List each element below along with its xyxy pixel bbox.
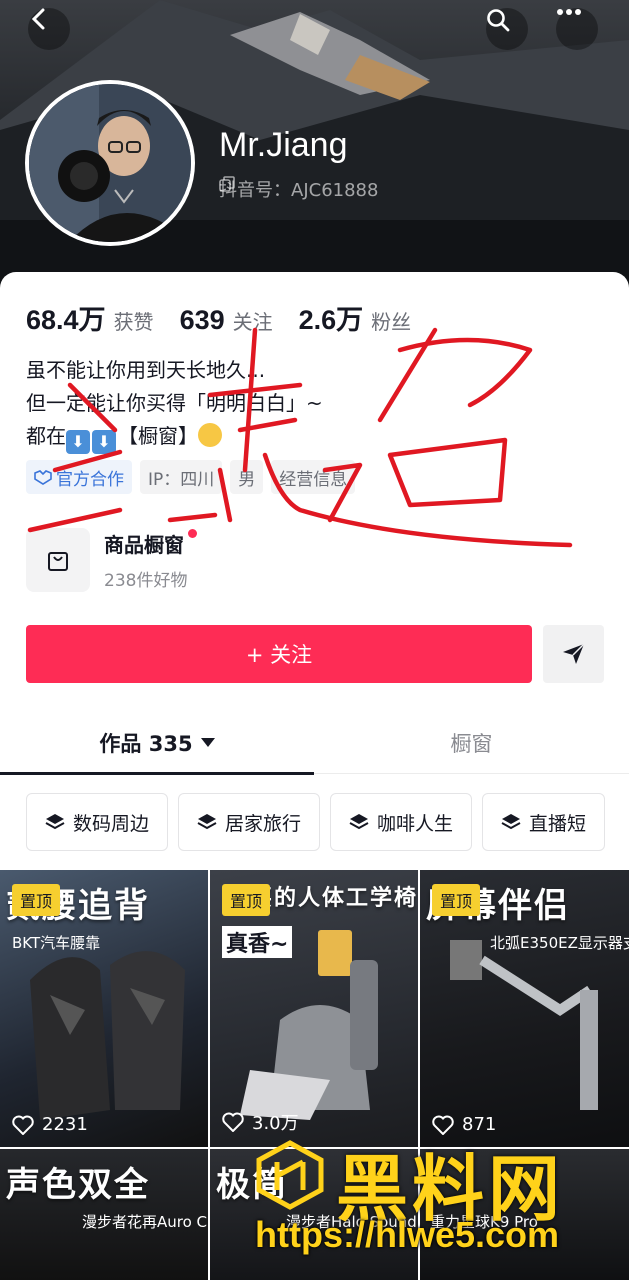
heart-icon [222, 1112, 244, 1132]
shop-showcase-entry[interactable]: 商品橱窗 238件好物 [26, 528, 198, 592]
follow-button[interactable]: + 关注 [26, 625, 532, 683]
video-title: 声色双全 [6, 1165, 150, 1205]
shopping-bag-icon [26, 528, 90, 592]
layers-icon [501, 814, 521, 830]
video-subtitle: 漫步者花再Auro Clip [82, 1213, 208, 1231]
video-subtitle: 真香~ [222, 926, 293, 958]
bio-line: 都在 ⬇ ⬇ 【橱窗】 [26, 420, 323, 454]
handshake-icon [34, 470, 52, 485]
bio: 虽不能让你用到天长地久... 但一定能让你买得「明明白白」~ 都在 ⬇ ⬇ 【橱窗】 [26, 354, 323, 454]
more-dots-icon [557, 9, 581, 15]
like-count: 3.0万 [222, 1109, 299, 1135]
like-count: 2231 [12, 1114, 88, 1135]
chevron-left-icon [31, 8, 45, 30]
bio-text: 【橱窗】 [118, 424, 198, 448]
chip-label: 数码周边 [73, 812, 150, 835]
chip-home-travel[interactable]: 居家旅行 [178, 793, 321, 851]
douyin-id-text: 抖音号：AJC61888 [219, 180, 379, 201]
video-tile[interactable]: 屏幕伴侣 北弧E350EZ显示器支架 置顶 871 [420, 870, 629, 1147]
chip-label: 咖啡人生 [377, 812, 454, 835]
stat-following[interactable]: 639 关注 [180, 305, 273, 336]
copy-icon[interactable] [219, 176, 235, 192]
nickname: Mr.Jiang [219, 126, 348, 164]
stat-label: 粉丝 [371, 310, 412, 334]
stat-number: 639 [179, 305, 225, 335]
send-icon [562, 643, 585, 664]
tab-label: 作品 335 [99, 732, 193, 756]
chip-coffee[interactable]: 咖啡人生 [330, 793, 473, 851]
video-tile[interactable]: 声色双全 漫步者花再Auro Clip [0, 1149, 208, 1280]
heart-icon [12, 1115, 34, 1135]
tab-label: 橱窗 [450, 732, 493, 756]
tag-ip-location: IP：四川 [140, 460, 223, 494]
stat-number: 2.6万 [298, 305, 364, 335]
watermark-url: https://hlwe5.com [255, 1214, 560, 1255]
tag-gender: 男 [230, 460, 264, 494]
pinned-badge: 置顶 [432, 884, 481, 916]
back-button[interactable] [28, 8, 70, 50]
stat-number: 68.4万 [26, 305, 106, 335]
chip-label: 直播短 [529, 812, 587, 835]
more-button[interactable] [556, 8, 598, 50]
bio-line: 虽不能让你用到天长地久... [26, 358, 266, 382]
stat-label: 获赞 [113, 310, 154, 334]
tag-label: 经营信息 [279, 469, 348, 490]
collection-chips: 数码周边 居家旅行 咖啡人生 直播短 [26, 793, 629, 851]
layers-icon [45, 814, 65, 830]
pinned-badge: 置顶 [12, 884, 61, 916]
down-arrow-emoji-icon: ⬇ [66, 430, 90, 454]
stat-followers[interactable]: 2.6万 粉丝 [299, 298, 412, 337]
shop-title: 商品橱窗 [104, 529, 198, 558]
tab-showcase[interactable]: 橱窗 [314, 712, 629, 774]
douyin-id[interactable]: 抖音号：AJC61888 [219, 176, 378, 202]
stats-row: 68.4万 获赞 639 关注 2.6万 粉丝 [26, 298, 411, 337]
video-title: 买的人体工学椅 [250, 886, 418, 911]
down-arrow-emoji-icon: ⬇ [92, 430, 116, 454]
profile-banner: Mr.Jiang 抖音号：AJC61888 [0, 0, 629, 300]
profile-card: 68.4万 获赞 639 关注 2.6万 粉丝 虽不能让你用到天长地久... 但… [0, 272, 629, 1280]
chip-digital[interactable]: 数码周边 [26, 793, 169, 851]
video-tile[interactable]: 买的人体工学椅 真香~ 置顶 3.0万 [210, 870, 418, 1147]
profile-tabs: 作品 335 橱窗 [0, 712, 629, 775]
profile-tags: 官方合作 IP：四川 男 经营信息 [26, 460, 356, 494]
video-subtitle: BKT汽车腰靠 [12, 934, 101, 952]
tag-label: 官方合作 [56, 469, 124, 490]
shop-subtitle: 238件好物 [104, 571, 188, 591]
pinned-badge: 置顶 [222, 884, 271, 916]
tag-business-info[interactable]: 经营信息 [271, 460, 356, 494]
bio-text: 都在 [26, 424, 66, 448]
video-tile[interactable]: 贰腰追背 BKT汽车腰靠 置顶 2231 [0, 870, 208, 1147]
layers-icon [197, 814, 217, 830]
tab-works[interactable]: 作品 335 [0, 712, 314, 775]
avatar-photo [29, 84, 191, 242]
layers-icon [349, 814, 369, 830]
stat-likes[interactable]: 68.4万 获赞 [26, 298, 154, 337]
tag-label: IP：四川 [148, 469, 215, 490]
watermark-logo-icon [256, 1140, 324, 1210]
caret-down-icon [200, 738, 215, 747]
tag-label: 男 [238, 469, 256, 490]
follow-label: + 关注 [245, 643, 313, 667]
video-subtitle: 北弧E350EZ显示器支架 [490, 934, 629, 952]
stat-label: 关注 [232, 310, 273, 334]
chip-label: 居家旅行 [225, 812, 302, 835]
notification-dot [188, 529, 198, 538]
avatar[interactable] [25, 80, 195, 246]
search-icon [487, 9, 510, 32]
tag-official-cooperation[interactable]: 官方合作 [26, 460, 132, 494]
thinking-face-emoji-icon [198, 423, 222, 447]
chip-live[interactable]: 直播短 [482, 793, 606, 851]
search-button[interactable] [486, 8, 528, 50]
bio-line: 但一定能让你买得「明明白白」~ [26, 391, 323, 415]
share-button[interactable] [543, 625, 604, 683]
